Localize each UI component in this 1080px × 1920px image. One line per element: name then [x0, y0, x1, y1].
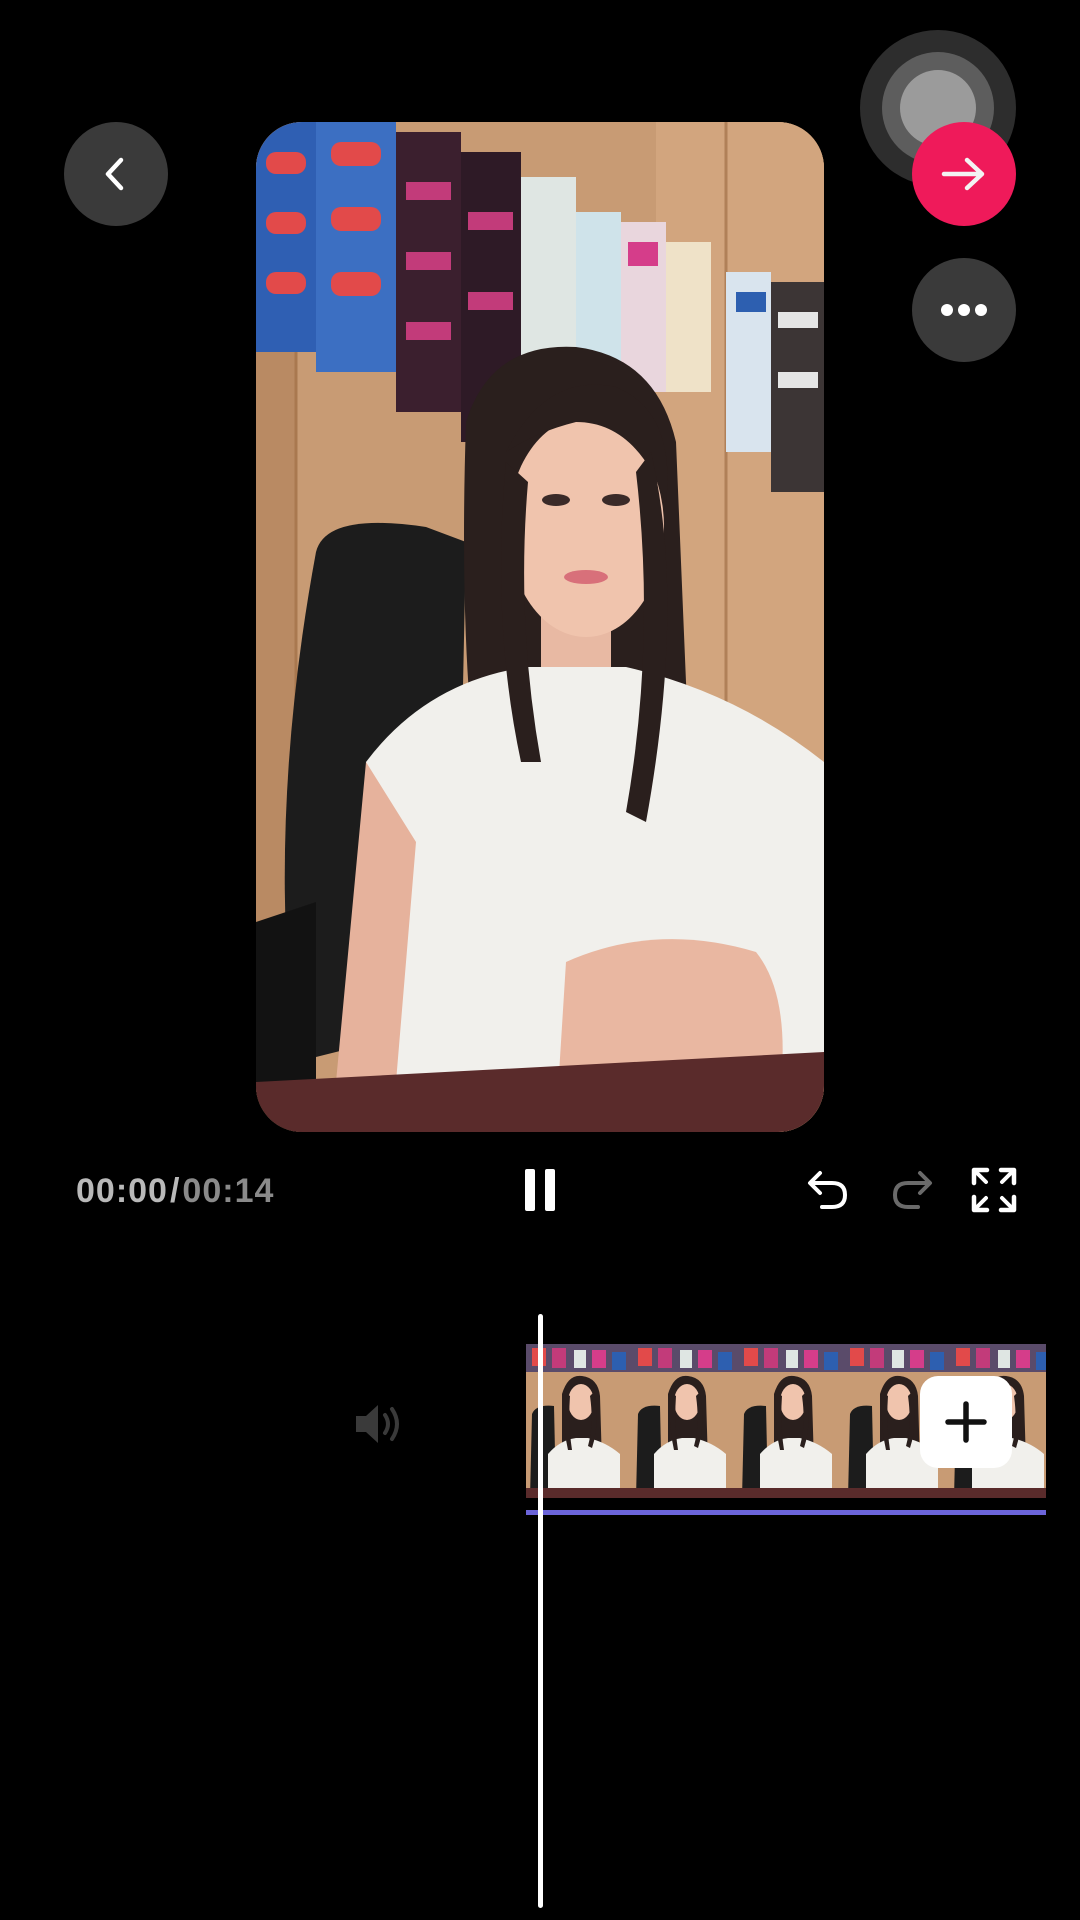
total-duration: 00:14: [182, 1172, 275, 1210]
next-button[interactable]: [912, 122, 1016, 226]
redo-icon: [892, 1171, 932, 1209]
video-editor-screen: 00:00/00:14: [0, 0, 1080, 1920]
clip-volume-button[interactable]: [352, 1400, 404, 1448]
time-separator: /: [169, 1172, 181, 1210]
undo-icon: [808, 1171, 848, 1209]
plus-icon: [945, 1401, 987, 1443]
video-preview[interactable]: [256, 122, 824, 1132]
add-clip-button[interactable]: [920, 1376, 1012, 1468]
playback-timecode: 00:00/00:14: [76, 1172, 274, 1211]
clip-thumbnail: [738, 1344, 844, 1498]
clip-track-underline: [526, 1510, 1046, 1515]
ellipsis-icon: [941, 304, 987, 316]
pause-button[interactable]: [516, 1160, 564, 1220]
redo-button[interactable]: [884, 1162, 940, 1218]
back-button[interactable]: [64, 122, 168, 226]
clip-thumbnail: [632, 1344, 738, 1498]
current-time: 00:00: [76, 1172, 168, 1210]
more-options-button[interactable]: [912, 258, 1016, 362]
video-frame-image: [256, 122, 824, 1132]
arrow-right-icon: [941, 157, 985, 191]
fullscreen-icon: [971, 1167, 1017, 1213]
pause-icon: [525, 1169, 555, 1211]
chevron-left-icon: [105, 157, 124, 191]
undo-button[interactable]: [800, 1162, 856, 1218]
volume-icon: [356, 1405, 399, 1443]
timeline-playhead[interactable]: [538, 1314, 543, 1908]
fullscreen-button[interactable]: [966, 1162, 1022, 1218]
